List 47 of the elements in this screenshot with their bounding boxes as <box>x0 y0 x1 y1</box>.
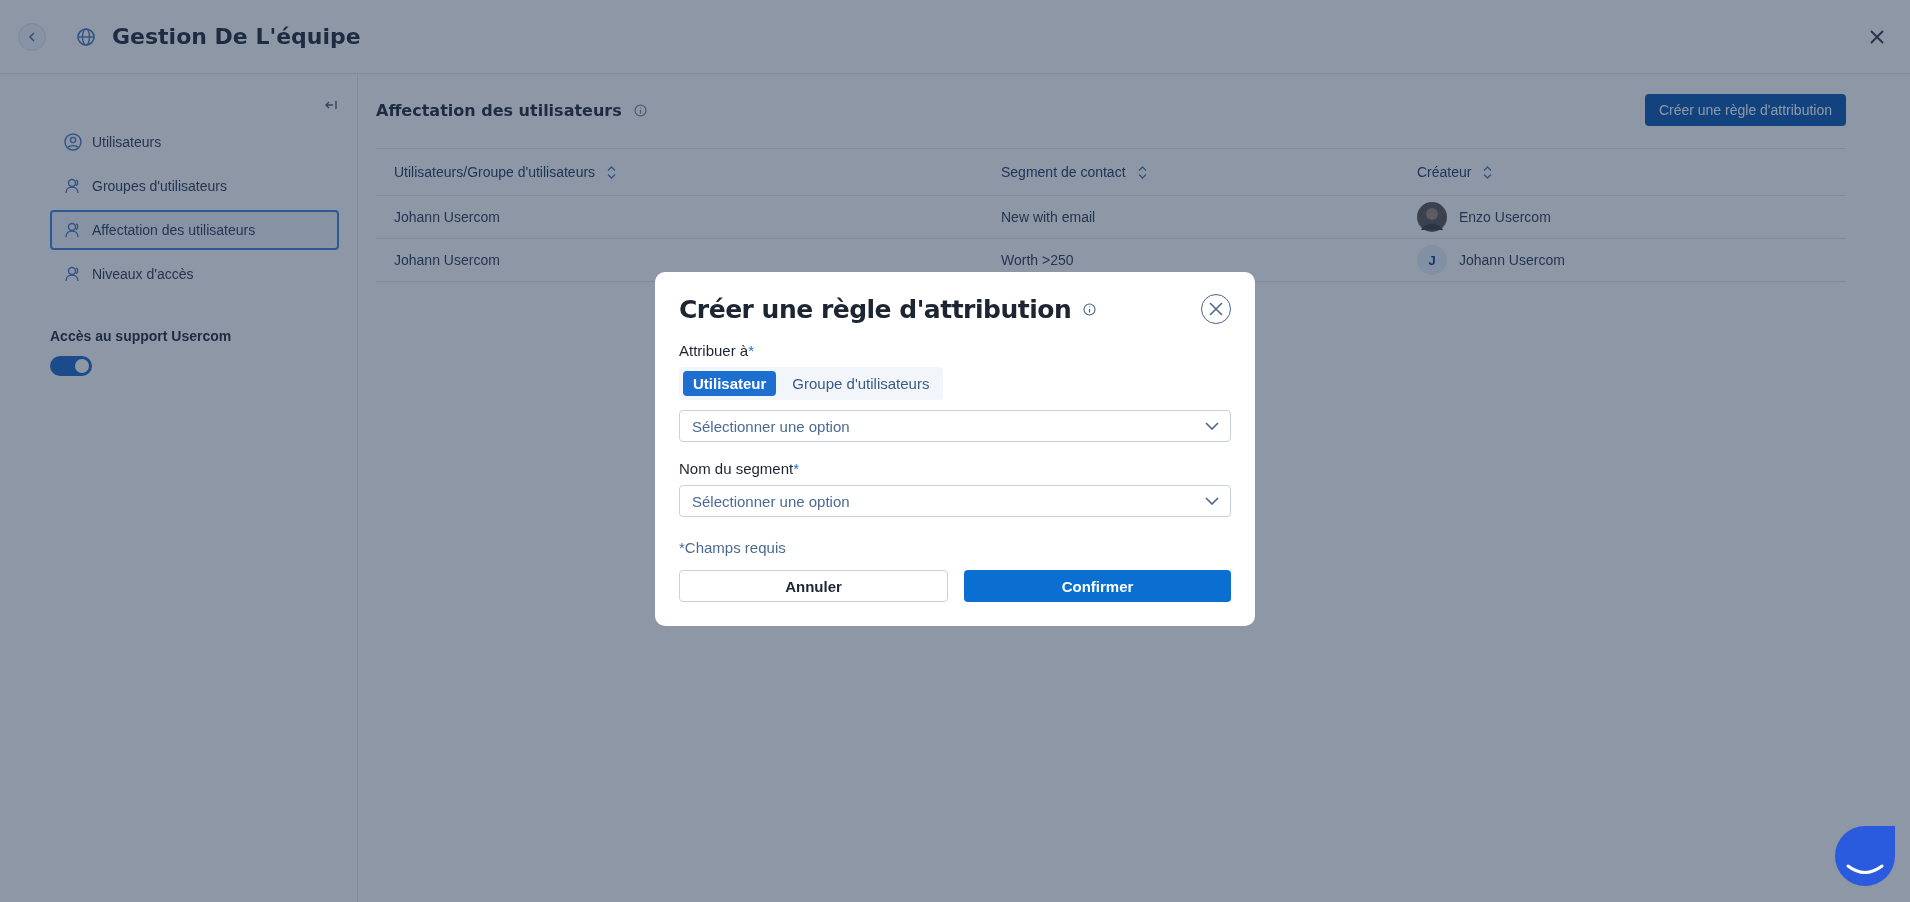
sort-icon[interactable] <box>607 165 617 179</box>
avatar: J <box>1417 245 1447 275</box>
sort-icon[interactable] <box>1483 165 1493 179</box>
table-cell: Johann Usercom <box>394 209 500 225</box>
segment-tab[interactable]: Groupe d'utilisateurs <box>782 371 940 396</box>
sidebar-item[interactable]: Niveaux d'accès <box>50 254 339 294</box>
support-toggle[interactable] <box>50 356 92 376</box>
sort-icon[interactable] <box>1137 165 1147 179</box>
chevron-down-icon <box>1205 497 1219 505</box>
collapse-icon[interactable] <box>323 100 339 110</box>
column-header[interactable]: Créateur <box>1417 164 1472 180</box>
user-circle-icon <box>64 133 82 151</box>
info-icon <box>1083 302 1097 316</box>
required-note: *Champs requis <box>679 539 786 556</box>
back-button[interactable] <box>18 22 46 51</box>
table-cell: Johann Usercom <box>394 252 500 268</box>
info-icon <box>633 103 647 117</box>
cancel-button[interactable]: Annuler <box>679 570 948 602</box>
table-cell: New with email <box>1001 209 1096 225</box>
user-icon <box>64 221 82 239</box>
confirm-button[interactable]: Confirmer <box>964 570 1231 602</box>
support-label: Accès au support Usercom <box>50 328 233 344</box>
page-title: Gestion De L'équipe <box>112 24 361 49</box>
field-label: Nom du segment* <box>679 460 800 477</box>
column-header[interactable]: Utilisateurs/Groupe d'utilisateurs <box>394 164 596 180</box>
close-icon <box>1209 302 1223 316</box>
globe-icon <box>76 26 96 47</box>
sidebar-item[interactable]: Utilisateurs <box>50 122 339 162</box>
chevron-down-icon <box>1205 422 1219 430</box>
table-cell: Worth >250 <box>1001 252 1074 268</box>
select-field[interactable]: Sélectionner une option <box>679 410 1231 442</box>
create-rule-button[interactable]: Créer une règle d'attribution <box>1644 94 1846 126</box>
select-field[interactable]: Sélectionner une option <box>679 485 1231 517</box>
table-cell: Enzo Usercom <box>1459 209 1551 225</box>
close-icon[interactable] <box>1870 29 1884 44</box>
sidebar-item[interactable]: Groupes d'utilisateurs <box>50 166 339 206</box>
user-icon <box>64 265 82 283</box>
sidebar-item[interactable]: Affectation des utilisateurs <box>50 210 339 250</box>
segment-tab[interactable]: Utilisateur <box>683 371 777 396</box>
field-label: Attribuer à* <box>679 342 755 359</box>
table-cell: Johann Usercom <box>1459 252 1565 268</box>
chat-bubble-icon[interactable] <box>1835 826 1895 886</box>
column-header[interactable]: Segment de contact <box>1001 164 1126 180</box>
user-icon <box>64 177 82 195</box>
section-title: Affectation des utilisateurs <box>376 100 622 120</box>
dialog-title: Créer une règle d'attribution <box>679 294 1072 324</box>
close-button[interactable] <box>1201 294 1231 324</box>
